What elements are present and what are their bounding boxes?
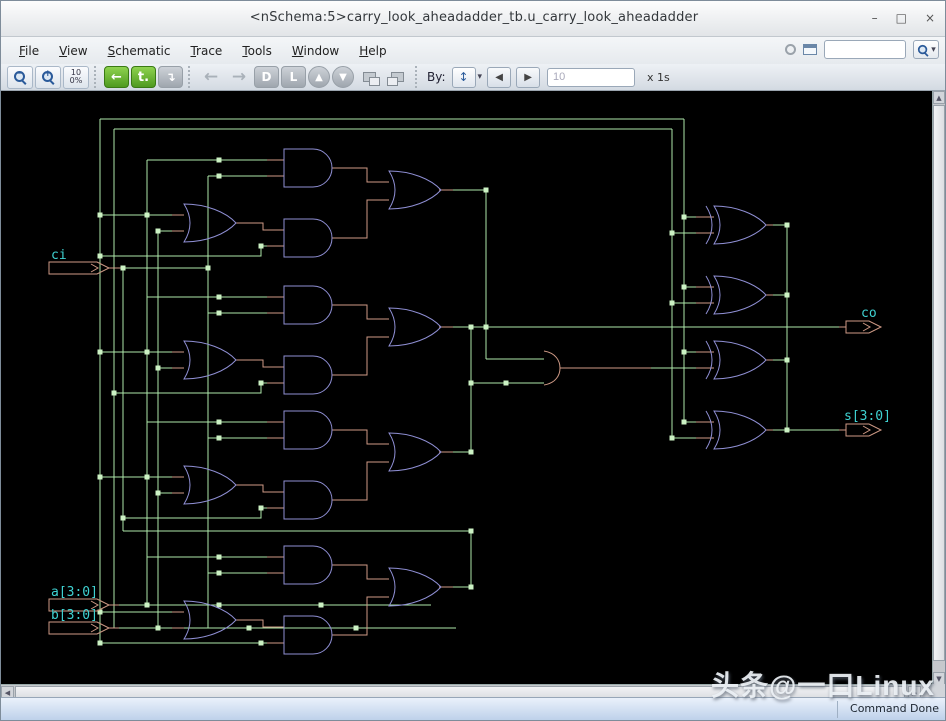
port-label-a: a[3:0] (51, 585, 98, 600)
step-forward-button[interactable]: ▶ (516, 67, 540, 88)
back-arrow-icon: ← (111, 70, 122, 85)
port-label-co: co (861, 306, 877, 321)
trace-button[interactable]: t. (131, 66, 156, 88)
menu-view[interactable]: View (49, 41, 97, 61)
and-gate[interactable] (284, 546, 332, 584)
toolbar-separator (415, 66, 420, 88)
menu-tools[interactable]: Tools (232, 41, 282, 61)
or-gate[interactable] (184, 341, 236, 379)
step-back-button[interactable]: ◀ (487, 67, 511, 88)
time-scale-label: x 1s (647, 71, 670, 84)
or-gate[interactable] (184, 601, 236, 639)
xor-gate[interactable] (714, 206, 766, 244)
or-gate[interactable] (184, 466, 236, 504)
and-gate[interactable] (284, 356, 332, 394)
and-gate[interactable] (284, 616, 332, 654)
or-gate[interactable] (184, 204, 236, 242)
and-gate[interactable] (284, 149, 332, 187)
and-gate[interactable] (284, 481, 332, 519)
toolbar-separator (188, 66, 193, 88)
window-title: <nSchema:5>carry_look_aheadadder_tb.u_ca… (1, 10, 946, 25)
history-back-button[interactable]: ← (198, 66, 224, 89)
search-icon (917, 44, 929, 56)
zoom-out-icon: − (13, 70, 27, 84)
step-forward-icon: ▶ (524, 72, 532, 83)
scroll-up-button[interactable]: ▲ (933, 91, 945, 104)
step-back-icon: ◀ (495, 72, 503, 83)
up-hierarchy-button[interactable]: ▲ (308, 66, 330, 88)
or-gate[interactable] (389, 433, 441, 471)
push-view-button[interactable] (356, 66, 382, 89)
zoom-in-button[interactable]: + (35, 66, 61, 89)
close-button[interactable]: × (925, 9, 935, 27)
step-mode-button[interactable]: ↕ (452, 67, 476, 88)
new-window-icon[interactable] (803, 44, 817, 55)
menu-trace[interactable]: Trace (180, 41, 232, 61)
descend-button[interactable]: ↴ (158, 66, 183, 88)
driver-icon: D (262, 70, 272, 84)
left-arrow-icon: ← (204, 67, 218, 87)
load-button[interactable]: L (281, 66, 306, 88)
zoom-out-button[interactable]: − (7, 66, 33, 89)
title-bar: <nSchema:5>carry_look_aheadadder_tb.u_ca… (1, 1, 946, 37)
step-amount-input[interactable] (547, 68, 635, 87)
search-menu-caret-icon[interactable]: ▾ (931, 45, 936, 55)
xor-gate[interactable] (714, 341, 766, 379)
down-hierarchy-button[interactable]: ▼ (332, 66, 354, 88)
step-mode-caret-icon[interactable]: ▾ (478, 72, 483, 82)
by-label: By: (427, 70, 446, 84)
pop-view-button[interactable] (384, 66, 410, 89)
port-label-b: b[3:0] (51, 608, 98, 623)
history-forward-button[interactable]: → (226, 66, 252, 89)
xor-gate[interactable] (714, 411, 766, 449)
search-button[interactable]: ▾ (913, 40, 939, 59)
maximize-button[interactable]: □ (896, 9, 907, 27)
menu-bar: File View Schematic Trace Tools Window H… (1, 37, 946, 64)
or-gate[interactable] (389, 568, 441, 606)
watermark-text: 头条@一口Linux (711, 664, 935, 704)
menu-file[interactable]: File (9, 41, 49, 61)
up-arrow-icon: ▲ (315, 72, 323, 83)
menu-help[interactable]: Help (349, 41, 396, 61)
load-icon: L (290, 70, 298, 84)
menu-schematic[interactable]: Schematic (98, 41, 181, 61)
zoom-100-icon: 100% (66, 69, 86, 85)
search-input[interactable] (824, 40, 906, 59)
driver-button[interactable]: D (254, 66, 279, 88)
push-window-icon (363, 72, 376, 82)
descend-arrow-icon: ↴ (165, 70, 175, 84)
or-gate[interactable] (389, 308, 441, 346)
back-to-source-button[interactable]: ← (104, 66, 129, 88)
right-arrow-icon: → (232, 67, 246, 87)
pop-window-icon (391, 72, 404, 82)
and-gate[interactable] (284, 411, 332, 449)
menu-window[interactable]: Window (282, 41, 349, 61)
carry-lookahead-schematic[interactable]: ci a[3:0] b[3:0] co s[3:0] (1, 91, 934, 684)
down-arrow-icon: ▼ (339, 72, 347, 83)
trace-icon: t. (138, 70, 149, 85)
schematic-canvas[interactable]: ci a[3:0] b[3:0] co s[3:0] (1, 91, 934, 684)
or-gate[interactable] (389, 171, 441, 209)
port-label-ci: ci (51, 248, 67, 263)
minimize-button[interactable]: – (872, 9, 878, 27)
toolbar: − + 100% ← t. ↴ ← → D L ▲ ▼ By: ↕ ▾ ◀ ▶ … (1, 64, 946, 91)
xor-gate[interactable] (714, 276, 766, 314)
vertical-scrollbar[interactable]: ▲ ▼ (932, 91, 945, 685)
vertical-scroll-thumb[interactable] (933, 105, 945, 661)
and-gate[interactable] (284, 219, 332, 257)
refresh-icon[interactable] (785, 44, 796, 55)
and-gate[interactable] (284, 286, 332, 324)
toolbar-separator (94, 66, 99, 88)
application-window: <nSchema:5>carry_look_aheadadder_tb.u_ca… (0, 0, 946, 721)
port-label-s: s[3:0] (844, 409, 891, 424)
step-icon: ↕ (458, 70, 468, 84)
zoom-100-button[interactable]: 100% (63, 66, 89, 89)
zoom-in-icon: + (41, 70, 55, 84)
